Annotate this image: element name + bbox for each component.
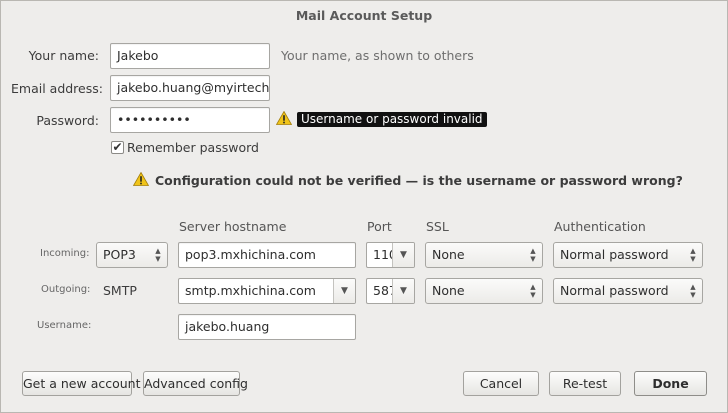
remember-password-label[interactable]: Remember password: [127, 140, 259, 155]
incoming-ssl-select[interactable]: None ▲ ▼: [425, 242, 543, 268]
remember-password-checkbox[interactable]: ✔: [111, 141, 124, 154]
hostname-column-header: Server hostname: [179, 219, 287, 234]
email-label: Email address:: [11, 81, 103, 96]
retest-button[interactable]: Re-test: [549, 371, 621, 396]
ssl-column-header: SSL: [426, 219, 449, 234]
outgoing-auth-value: Normal password: [560, 283, 669, 298]
outgoing-auth-select[interactable]: Normal password ▲ ▼: [553, 278, 703, 304]
incoming-protocol-select[interactable]: POP3 ▲ ▼: [96, 242, 168, 268]
password-label: Password:: [36, 113, 99, 128]
warning-triangle-icon: [276, 111, 292, 125]
updown-arrows-icon: ▲ ▼: [690, 247, 696, 263]
name-label: Your name:: [28, 48, 99, 63]
mail-account-setup-window: Mail Account Setup Your name: Jakebo You…: [0, 0, 728, 413]
outgoing-ssl-select[interactable]: None ▲ ▼: [425, 278, 543, 304]
updown-arrows-icon: ▲ ▼: [690, 283, 696, 299]
incoming-hostname-input[interactable]: pop3.mxhichina.com: [178, 242, 356, 268]
updown-arrows-icon: ▲ ▼: [530, 247, 536, 263]
incoming-port-value[interactable]: 110: [367, 243, 392, 267]
outgoing-protocol-label: SMTP: [103, 283, 137, 298]
chevron-down-icon[interactable]: ▼: [392, 279, 414, 303]
incoming-auth-value: Normal password: [560, 247, 669, 262]
done-button[interactable]: Done: [634, 371, 707, 396]
chevron-down-icon[interactable]: ▼: [333, 279, 355, 303]
updown-arrows-icon: ▲ ▼: [155, 247, 161, 263]
email-input[interactable]: jakebo.huang@myirtech.com: [110, 75, 270, 101]
config-warning-message: Configuration could not be verified — is…: [155, 173, 683, 188]
cancel-button[interactable]: Cancel: [463, 371, 539, 396]
outgoing-ssl-value: None: [432, 283, 465, 298]
name-input[interactable]: Jakebo: [110, 43, 270, 69]
username-input[interactable]: jakebo.huang: [178, 314, 356, 340]
incoming-auth-select[interactable]: Normal password ▲ ▼: [553, 242, 703, 268]
name-hint: Your name, as shown to others: [281, 48, 474, 63]
password-input[interactable]: ••••••••••: [110, 107, 270, 133]
advanced-config-button[interactable]: Advanced config: [143, 371, 248, 396]
chevron-down-icon[interactable]: ▼: [392, 243, 414, 267]
authentication-column-header: Authentication: [554, 219, 646, 234]
incoming-protocol-value: POP3: [103, 247, 136, 262]
window-title: Mail Account Setup: [295, 8, 433, 23]
outgoing-hostname-combo[interactable]: smtp.mxhichina.com ▼: [178, 278, 356, 304]
username-label: Username:: [37, 320, 92, 331]
updown-arrows-icon: ▲ ▼: [530, 283, 536, 299]
incoming-ssl-value: None: [432, 247, 465, 262]
outgoing-hostname-value[interactable]: smtp.mxhichina.com: [179, 279, 333, 303]
outgoing-port-combo[interactable]: 587 ▼: [366, 278, 415, 304]
port-column-header: Port: [367, 219, 392, 234]
outgoing-label: Outgoing:: [41, 284, 91, 295]
outgoing-port-value[interactable]: 587: [367, 279, 392, 303]
warning-triangle-icon: [133, 172, 149, 186]
incoming-port-combo[interactable]: 110 ▼: [366, 242, 415, 268]
get-new-account-button[interactable]: Get a new account: [22, 371, 141, 396]
password-error-badge: Username or password invalid: [297, 112, 487, 127]
incoming-label: Incoming:: [40, 248, 90, 259]
